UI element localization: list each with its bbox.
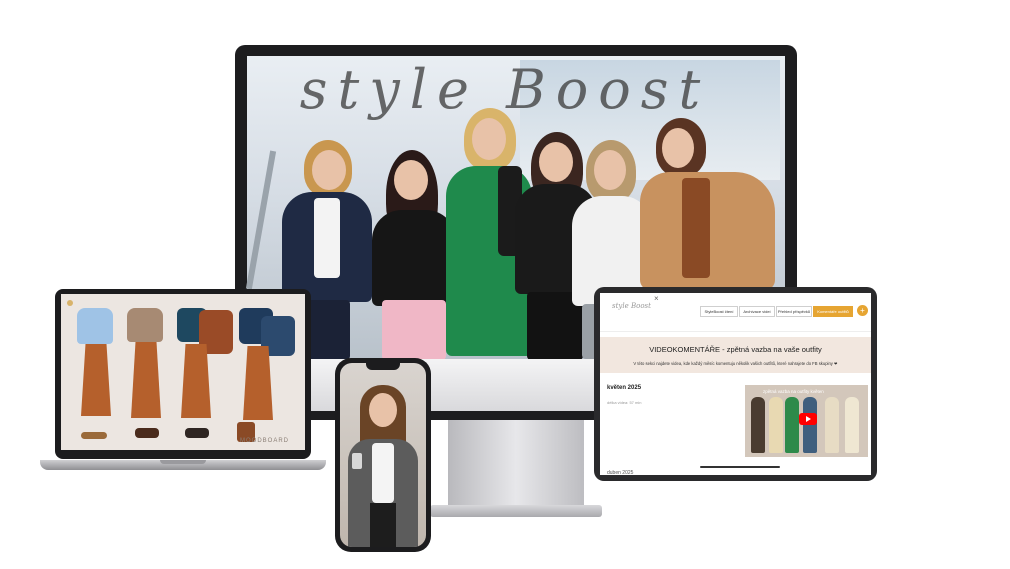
shoes (81, 432, 107, 439)
moodboard-label: MOODBOARD (240, 438, 290, 444)
video-length: délka videa: 57 min (607, 400, 642, 405)
nav-item-overview[interactable]: Přehled příspěvků (776, 306, 812, 317)
skirt-rust (243, 346, 273, 420)
section-heading: VIDEOKOMENTÁŘE - zpětná vazba na vaše ou… (649, 345, 822, 354)
skirt-rust (131, 342, 161, 418)
monitor-stand-base (430, 505, 602, 517)
shoes (185, 428, 209, 438)
section-banner (600, 337, 871, 373)
month-heading: duben 2025 (607, 470, 634, 476)
scroll-indicator (700, 466, 780, 468)
tablet-logo[interactable]: style Boost (612, 302, 651, 310)
nav-item-outfit-comments[interactable]: Komentáře outfitů (813, 306, 853, 317)
skirt-rust (181, 344, 211, 418)
close-icon[interactable]: × (654, 294, 659, 303)
section-description: V této sekci najdete videa, kde každý mě… (633, 361, 838, 366)
sweater-taupe (127, 308, 163, 342)
nav-item-styleboost[interactable]: StyleBoost čtení (700, 306, 738, 317)
skirt-rust (81, 344, 111, 416)
laptop-notch (160, 460, 206, 464)
sweater-blue (77, 308, 113, 344)
phone-notch (366, 363, 400, 370)
earrings (67, 300, 73, 306)
month-heading: květen 2025 (607, 385, 642, 391)
phone-screen (340, 363, 426, 547)
moodboard-screen (61, 294, 305, 450)
plus-icon[interactable]: + (857, 305, 868, 316)
hero-title: style Boost (299, 58, 711, 121)
nav-item-archive[interactable]: Archívace videí (739, 306, 775, 317)
video-title: zpětná vazba na outfity květen (763, 389, 824, 394)
monitor-stand (448, 420, 584, 506)
shoes (135, 428, 159, 438)
play-icon[interactable] (799, 413, 817, 425)
